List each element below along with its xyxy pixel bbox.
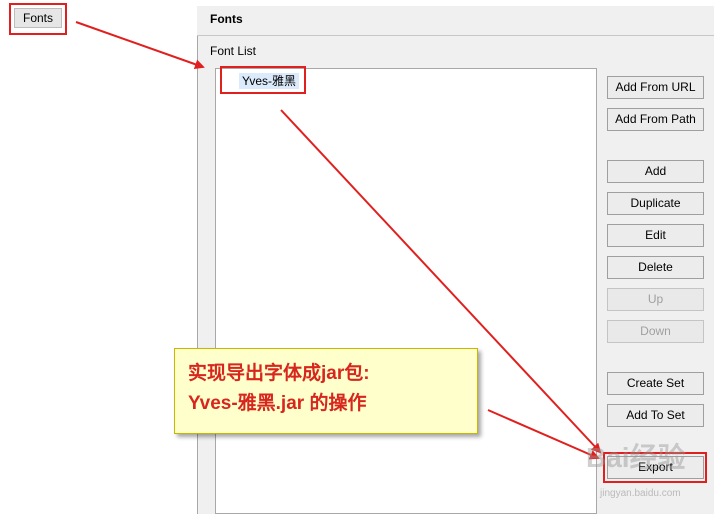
annotation-line-2: Yves-雅黑.jar 的操作 xyxy=(188,393,367,414)
annotation-line-1: 实现导出字体成jar包: xyxy=(188,363,370,384)
watermark-logo: Bai经验 xyxy=(586,442,686,473)
watermark-url: jingyan.baidu.com xyxy=(600,488,681,499)
arrow-callout-to-export xyxy=(487,409,600,460)
arrow-tab-to-list xyxy=(75,21,205,70)
